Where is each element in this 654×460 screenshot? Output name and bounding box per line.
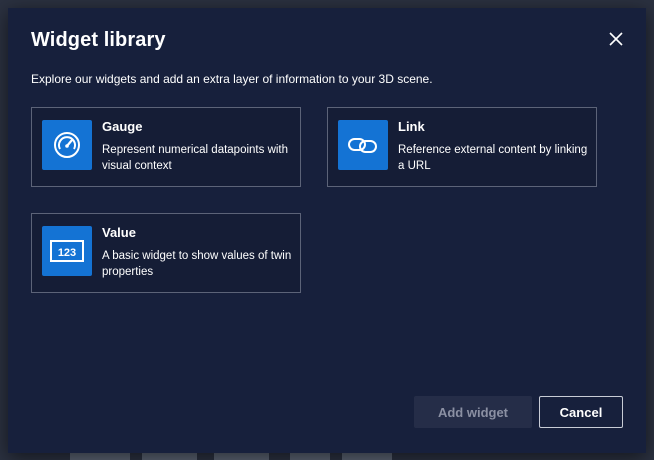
- widget-description: A basic widget to show values of twin pr…: [102, 250, 292, 278]
- dialog-subtitle: Explore our widgets and add an extra lay…: [31, 72, 433, 86]
- add-widget-button[interactable]: Add widget: [414, 396, 532, 428]
- gauge-icon: [54, 132, 80, 158]
- widget-title: Link: [398, 119, 425, 134]
- widget-card-value[interactable]: 123 Value A basic widget to show values …: [31, 213, 301, 293]
- widget-card-link[interactable]: Link Reference external content by linki…: [327, 107, 597, 187]
- cancel-button[interactable]: Cancel: [539, 396, 623, 428]
- backdrop-element: [70, 452, 130, 460]
- value-icon-text: 123: [58, 247, 76, 259]
- widget-title: Value: [102, 225, 136, 240]
- widget-title: Gauge: [102, 119, 143, 134]
- backdrop-element: [142, 452, 197, 460]
- widget-icon-box: 123: [42, 226, 92, 276]
- widget-description: Represent numerical datapoints with visu…: [102, 144, 289, 172]
- widget-icon-box: [338, 120, 388, 170]
- close-button[interactable]: [606, 29, 626, 49]
- link-icon: [348, 138, 377, 153]
- backdrop-element: [290, 452, 330, 460]
- widget-icon-box: [42, 120, 92, 170]
- value-123-icon: 123: [50, 240, 84, 262]
- widget-library-dialog: Widget library Explore our widgets and a…: [8, 8, 646, 453]
- backdrop-element: [342, 452, 392, 460]
- backdrop-element: [214, 452, 269, 460]
- widget-description: Reference external content by linking a …: [398, 144, 588, 172]
- close-icon: [609, 32, 623, 46]
- dialog-title: Widget library: [31, 29, 166, 51]
- widget-card-gauge[interactable]: Gauge Represent numerical datapoints wit…: [31, 107, 301, 187]
